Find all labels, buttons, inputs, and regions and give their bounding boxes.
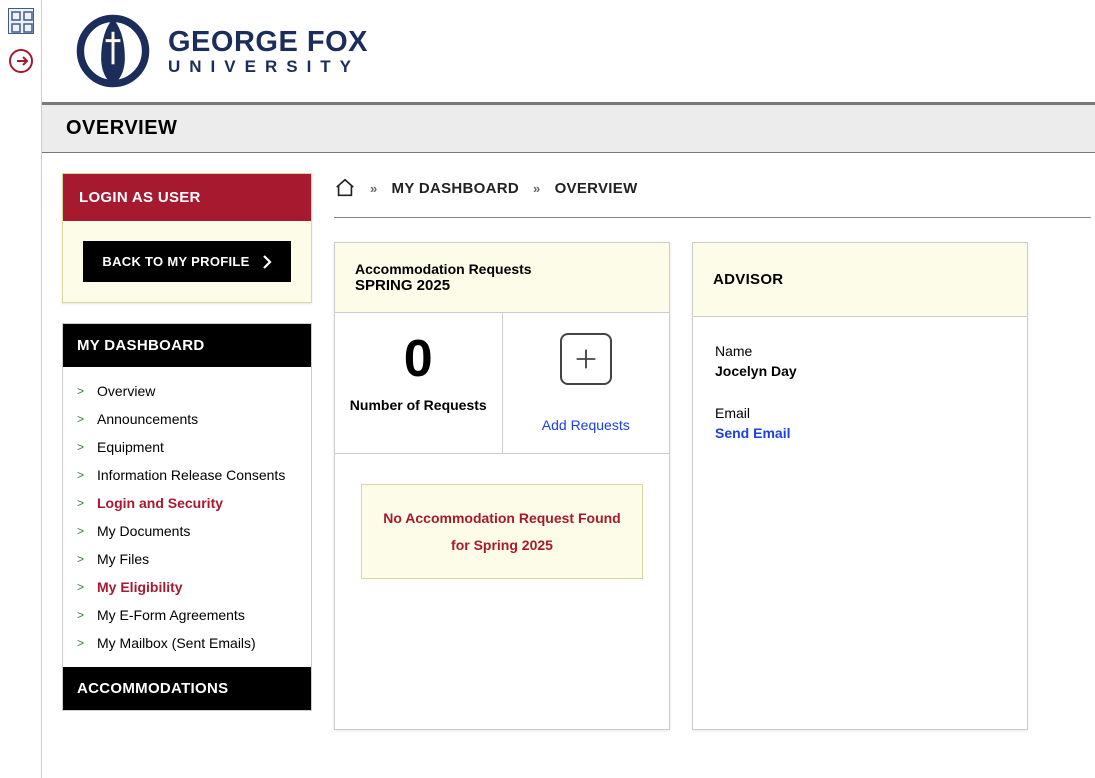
advisor-name-value: Jocelyn Day xyxy=(715,363,1005,379)
site-header: GEORGE FOX UNIVERSITY xyxy=(42,0,1095,102)
sidebar-item[interactable]: > Login and Security xyxy=(63,489,311,517)
add-requests-button[interactable] xyxy=(560,333,612,385)
request-count: 0 xyxy=(404,333,433,385)
login-as-user-box: LOGIN AS USER BACK TO MY PROFILE xyxy=(62,173,312,303)
login-box-header: LOGIN AS USER xyxy=(63,174,311,221)
sidebar-item[interactable]: > My Eligibility xyxy=(63,573,311,601)
logo[interactable]: GEORGE FOX UNIVERSITY xyxy=(76,14,1095,88)
no-request-line1: No Accommodation Request Found xyxy=(376,505,628,532)
sidebar-nav: MY DASHBOARD > Overview > Announcements > Equ… xyxy=(62,323,312,711)
back-to-profile-button[interactable]: BACK TO MY PROFILE xyxy=(83,241,291,282)
sidebar-item-label: Announcements xyxy=(97,411,198,427)
sidebar-item-label: Overview xyxy=(97,383,155,399)
chevron-right-icon: > xyxy=(77,496,87,510)
sidebar-item[interactable]: > My E-Form Agreements xyxy=(63,601,311,629)
sidebar-item-label: Login and Security xyxy=(97,495,223,511)
sidebar-item-label: My E-Form Agreements xyxy=(97,607,245,623)
nav-header-accommodations: ACCOMMODATIONS xyxy=(63,667,311,710)
sidebar-item-label: My Mailbox (Sent Emails) xyxy=(97,635,256,651)
breadcrumb-level-1[interactable]: MY DASHBOARD xyxy=(392,180,520,197)
advisor-card-header: ADVISOR xyxy=(693,243,1027,317)
sidebar-item-label: Equipment xyxy=(97,439,164,455)
chevron-right-icon: > xyxy=(77,384,87,398)
plus-icon xyxy=(572,345,600,373)
breadcrumb-separator-icon: » xyxy=(370,181,378,196)
breadcrumb-separator-icon: » xyxy=(533,181,541,196)
chevron-right-icon: > xyxy=(77,636,87,650)
request-count-label: Number of Requests xyxy=(350,397,487,413)
nav-header-dashboard: MY DASHBOARD xyxy=(63,324,311,367)
chevron-right-icon xyxy=(262,255,272,269)
back-to-profile-label: BACK TO MY PROFILE xyxy=(102,254,249,269)
chevron-right-icon: > xyxy=(77,412,87,426)
exit-icon[interactable] xyxy=(8,48,34,74)
advisor-email-label: Email xyxy=(715,405,1005,421)
logo-mark-icon xyxy=(76,14,150,88)
accommodation-requests-card: Accommodation Requests SPRING 2025 0 Num… xyxy=(334,242,670,730)
breadcrumb-current: OVERVIEW xyxy=(555,180,638,197)
accom-card-subtitle: Accommodation Requests xyxy=(355,261,649,277)
home-icon[interactable] xyxy=(334,177,356,199)
advisor-card: ADVISOR Name Jocelyn Day Email Send Emai… xyxy=(692,242,1028,730)
page-title: OVERVIEW xyxy=(42,102,1095,153)
chevron-right-icon: > xyxy=(77,524,87,538)
chevron-right-icon: > xyxy=(77,440,87,454)
logo-text-line1: GEORGE FOX xyxy=(168,26,368,59)
sidebar-item-label: My Files xyxy=(97,551,149,567)
no-request-message: No Accommodation Request Found for Sprin… xyxy=(361,484,643,579)
sidebar-item[interactable]: > My Mailbox (Sent Emails) xyxy=(63,629,311,657)
no-request-line2: for Spring 2025 xyxy=(376,532,628,559)
sidebar-item-label: My Documents xyxy=(97,523,190,539)
send-email-link[interactable]: Send Email xyxy=(715,425,1005,441)
chevron-right-icon: > xyxy=(77,552,87,566)
sidebar-item[interactable]: > Information Release Consents xyxy=(63,461,311,489)
chevron-right-icon: > xyxy=(77,580,87,594)
apps-grid-icon[interactable] xyxy=(8,8,34,34)
advisor-name-label: Name xyxy=(715,343,1005,359)
chevron-right-icon: > xyxy=(77,608,87,622)
sidebar-item-label: Information Release Consents xyxy=(97,467,285,483)
breadcrumb: » MY DASHBOARD » OVERVIEW xyxy=(334,173,1091,218)
add-requests-link[interactable]: Add Requests xyxy=(542,417,630,433)
chevron-right-icon: > xyxy=(77,468,87,482)
sidebar-item[interactable]: > My Files xyxy=(63,545,311,573)
sidebar-item[interactable]: > Equipment xyxy=(63,433,311,461)
sidebar-item-label: My Eligibility xyxy=(97,579,183,595)
sidebar-item[interactable]: > My Documents xyxy=(63,517,311,545)
sidebar-item[interactable]: > Announcements xyxy=(63,405,311,433)
sidebar-item[interactable]: > Overview xyxy=(63,377,311,405)
accom-card-term: SPRING 2025 xyxy=(355,277,649,294)
logo-text-line2: UNIVERSITY xyxy=(168,57,368,77)
